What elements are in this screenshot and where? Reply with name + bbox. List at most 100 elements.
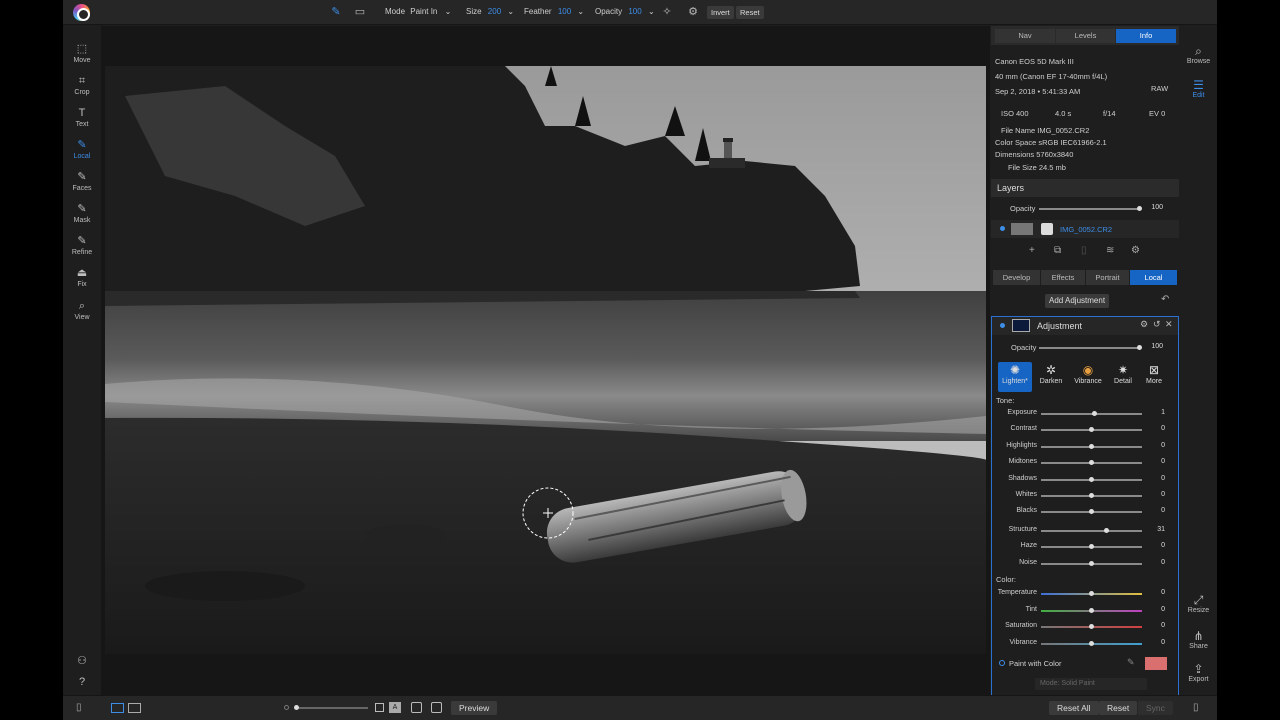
zoom-slider[interactable] [295, 707, 368, 709]
add-adjustment-button[interactable]: Add Adjustment [1045, 294, 1110, 308]
canvas-area[interactable] [101, 26, 990, 695]
layer-visibility-dot[interactable] [1000, 226, 1005, 231]
tab-local[interactable]: Local [1130, 270, 1177, 285]
layer-row[interactable]: IMG_0052.CR2 [991, 220, 1179, 238]
tool-faces[interactable]: ✎ Faces [63, 171, 101, 192]
tab-develop[interactable]: Develop [993, 270, 1040, 285]
brush-overlay-icon[interactable] [431, 702, 442, 713]
tool-fix[interactable]: ⏏ Fix [63, 267, 101, 288]
preview-button[interactable]: Preview [451, 701, 498, 715]
slider-knob[interactable] [1089, 544, 1094, 549]
reset-all-button[interactable]: Reset All [1049, 701, 1099, 715]
slider-track[interactable] [1041, 530, 1142, 532]
slider-knob[interactable] [1089, 477, 1094, 482]
tab-effects[interactable]: Effects [1041, 270, 1085, 285]
slider-knob[interactable] [1089, 640, 1094, 646]
compare-view-icon[interactable] [128, 703, 141, 713]
layer-thumbnail [1011, 223, 1033, 235]
app-logo-icon[interactable] [73, 4, 90, 21]
close-icon[interactable]: ✕ [1165, 319, 1173, 330]
filter-label: Detail [1114, 378, 1132, 385]
nav-export[interactable]: ⇪ Export [1180, 662, 1217, 683]
tool-local[interactable]: ✎ Local [63, 139, 101, 160]
slider-knob[interactable] [1089, 509, 1094, 514]
filter-more-button[interactable]: ⊠ More [1137, 362, 1171, 392]
brush-icon[interactable]: ✎ [329, 5, 343, 19]
toggle-left-panel-icon[interactable]: ▯ [76, 702, 82, 713]
nav-edit[interactable]: ☰ Edit [1180, 78, 1217, 99]
toggle-right-panel-icon[interactable]: ▯ [1193, 702, 1199, 713]
slider-label: Temperature [997, 589, 1037, 596]
paint-color-swatch[interactable] [1145, 657, 1167, 670]
eyedropper-icon[interactable]: ✎ [1127, 657, 1135, 668]
magic-wand-icon[interactable]: ✧ [660, 5, 674, 19]
help-button[interactable]: ? [63, 676, 101, 689]
tool-refine[interactable]: ✎ Refine [63, 235, 101, 256]
add-layer-icon[interactable]: + [1029, 245, 1035, 256]
tool-crop[interactable]: ⌗ Crop [63, 75, 101, 96]
slider-knob[interactable] [1089, 444, 1094, 449]
nav-share[interactable]: ⋔ Share [1180, 629, 1217, 650]
layers-opacity-knob[interactable] [1137, 206, 1142, 211]
tab-levels[interactable]: Levels [1056, 29, 1115, 43]
edit-sliders-icon: ☰ [1193, 78, 1204, 92]
nav-label: Share [1189, 643, 1208, 650]
tab-portrait[interactable]: Portrait [1086, 270, 1129, 285]
slider-knob[interactable] [1089, 493, 1094, 498]
filter-lighten-button[interactable]: ✺ Lighten* [998, 362, 1032, 392]
duplicate-layer-icon[interactable]: ⧉ [1054, 245, 1061, 256]
tool-text[interactable]: T Text [63, 107, 101, 128]
slider-knob[interactable] [1089, 460, 1094, 465]
zoom-knob[interactable] [294, 705, 299, 710]
text-overlay-icon[interactable]: A [389, 702, 401, 713]
brush-settings-icon[interactable]: ▭ [353, 5, 367, 19]
adjustment-opacity-slider[interactable] [1039, 347, 1140, 349]
adjustment-opacity-knob[interactable] [1137, 345, 1142, 350]
slider-knob[interactable] [1089, 624, 1094, 629]
invert-button[interactable]: Invert [707, 6, 734, 19]
single-view-icon[interactable] [111, 703, 124, 713]
reset-button[interactable]: Reset [736, 6, 764, 19]
filter-detail-button[interactable]: ✷ Detail [1106, 362, 1140, 392]
reset-button[interactable]: Reset [1099, 701, 1138, 715]
filter-vibrance-button[interactable]: ◉ Vibrance [1071, 362, 1105, 392]
slider-knob[interactable] [1089, 591, 1094, 596]
slider-value: 0 [1161, 491, 1165, 498]
paint-with-color-toggle[interactable] [999, 660, 1005, 666]
filter-darken-button[interactable]: ✲ Darken [1034, 362, 1068, 392]
fit-icon[interactable] [375, 703, 384, 712]
tool-view[interactable]: ⌕ View [63, 300, 101, 321]
file-size: File Size 24.5 mb [1008, 163, 1066, 172]
size-control[interactable]: Size 200 ⌄ [466, 7, 514, 16]
tool-move[interactable]: ⬚ Move [63, 43, 101, 64]
reset-icon[interactable]: ↺ [1153, 319, 1161, 330]
tab-nav[interactable]: Nav [995, 29, 1055, 43]
paint-mode-select[interactable]: Mode: Solid Paint [1035, 678, 1147, 690]
layers-header[interactable]: Layers [991, 179, 1179, 197]
layers-opacity-slider[interactable] [1039, 208, 1140, 210]
gear-icon[interactable]: ⚙ [686, 5, 700, 19]
adjustment-mask-thumbnail[interactable] [1012, 319, 1030, 332]
delete-layer-icon[interactable]: ▯ [1081, 245, 1087, 256]
mask-overlay-icon[interactable] [411, 702, 422, 713]
slider-knob[interactable] [1089, 561, 1094, 566]
adjustment-visibility-dot[interactable] [1000, 323, 1005, 328]
account-button[interactable]: ⚇ [63, 655, 101, 668]
tab-info[interactable]: Info [1116, 29, 1176, 43]
slider-knob[interactable] [1089, 607, 1094, 613]
feather-control[interactable]: Feather 100 ⌄ [524, 7, 584, 16]
nav-resize[interactable]: ⤢ Resize [1180, 593, 1217, 614]
nav-browse[interactable]: ⌕ Browse [1180, 44, 1217, 65]
opacity-control[interactable]: Opacity 100 ⌄ [595, 7, 655, 16]
undo-icon[interactable]: ↶ [1161, 294, 1169, 305]
gear-icon[interactable]: ⚙ [1140, 319, 1148, 330]
mode-control[interactable]: Mode Paint In ⌄ [385, 7, 451, 16]
slider-value: 0 [1161, 638, 1165, 646]
tool-mask[interactable]: ✎ Mask [63, 203, 101, 224]
sync-button[interactable]: Sync [1138, 701, 1173, 715]
stack-icon[interactable]: ≋ [1106, 245, 1114, 256]
slider-knob[interactable] [1092, 411, 1098, 416]
photo-canvas[interactable] [105, 66, 986, 654]
layer-settings-icon[interactable]: ⚙ [1131, 245, 1140, 256]
slider-knob[interactable] [1089, 427, 1094, 432]
